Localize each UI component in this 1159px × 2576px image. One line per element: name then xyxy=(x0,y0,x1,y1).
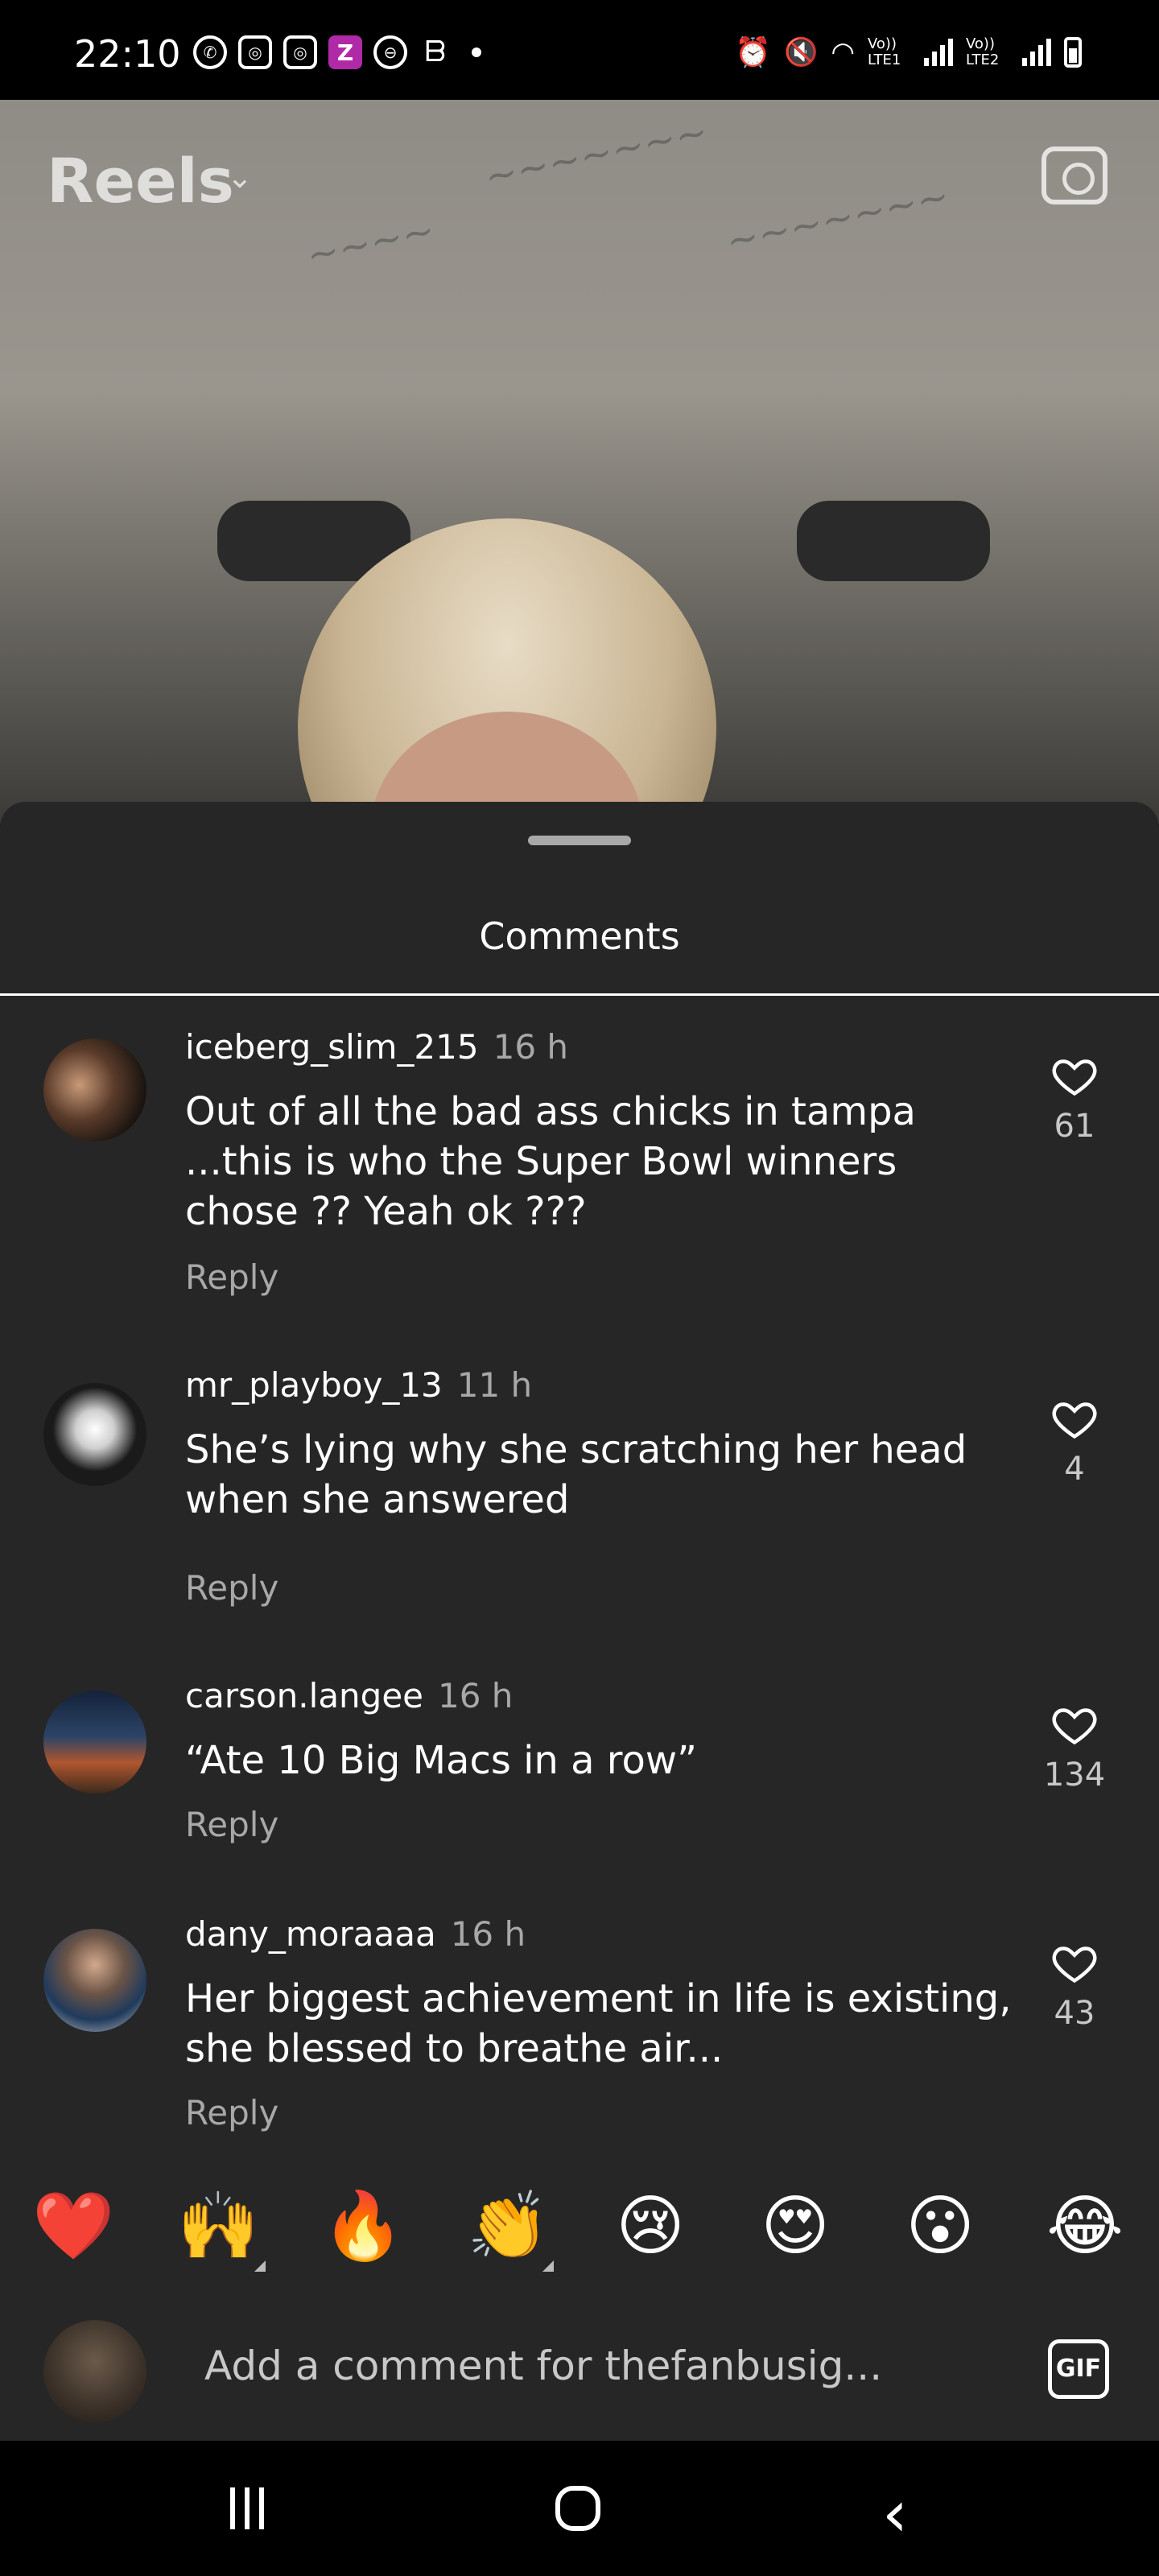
like-control[interactable]: 134 xyxy=(1040,1700,1109,1794)
divider xyxy=(0,993,1159,996)
heart-eyes-emoji[interactable]: 😍 xyxy=(755,2186,835,2267)
recent-apps-icon[interactable] xyxy=(230,2487,264,2529)
like-control[interactable]: 43 xyxy=(1046,1938,1103,2032)
comment-meta: mr_playboy_13 11 h xyxy=(185,1365,532,1405)
comment-input-row: Add a comment for thefanbusig... GIF xyxy=(0,2302,1159,2441)
avatar[interactable] xyxy=(43,1690,146,1794)
reply-button[interactable]: Reply xyxy=(185,1568,278,1608)
signal-2-icon xyxy=(1022,39,1051,66)
camera-icon[interactable] xyxy=(1041,147,1107,204)
comment-meta: dany_moraaaa 16 h xyxy=(185,1914,526,1954)
like-count: 4 xyxy=(1064,1451,1085,1488)
reply-button[interactable]: Reply xyxy=(185,2093,278,2132)
heart-icon[interactable] xyxy=(1050,1938,1099,1987)
reply-button[interactable]: Reply xyxy=(185,1805,278,1844)
astonished-face-emoji[interactable]: 😮 xyxy=(900,2186,980,2267)
comment-age: 11 h xyxy=(456,1365,533,1405)
status-time: 22:10 xyxy=(74,32,181,76)
transit-icon: ⊖ xyxy=(373,35,407,69)
comment-username[interactable]: iceberg_slim_215 xyxy=(185,1027,479,1067)
sheet-title: Comments xyxy=(479,914,680,958)
ceiling-scribble: ~~~~~~~ xyxy=(722,173,954,265)
chevron-down-icon[interactable]: ⌄ xyxy=(227,159,253,195)
avatar[interactable] xyxy=(43,1383,146,1486)
status-bar: 22:10 ✆ ◎ ◎ Z ⊖ ᗷ ⏰ 🔇 ◠ Vo)) LTE1 Vo)) L… xyxy=(0,0,1159,100)
network-label-1: Vo)) LTE1 xyxy=(868,35,901,68)
alarm-icon: ⏰ xyxy=(735,36,771,69)
more-notifications-dot xyxy=(472,47,481,57)
comment-text: Out of all the bad ass chicks in tampa .… xyxy=(185,1089,916,1234)
reply-button[interactable]: Reply xyxy=(185,1257,278,1297)
heart-icon[interactable] xyxy=(1050,1051,1099,1100)
whatsapp-icon: ✆ xyxy=(193,35,227,69)
skin-tone-indicator-icon xyxy=(254,2260,266,2272)
comment-meta: iceberg_slim_215 16 h xyxy=(185,1027,568,1067)
red-heart-emoji[interactable]: ❤️ xyxy=(32,2186,114,2267)
heart-icon[interactable] xyxy=(1050,1700,1099,1748)
like-control[interactable]: 61 xyxy=(1046,1051,1103,1145)
tears-of-joy-emoji[interactable]: 😂 xyxy=(1045,2186,1125,2267)
comment-text: “Ate 10 Big Macs in a row” xyxy=(185,1738,697,1783)
raising-hands-emoji[interactable]: 🙌 xyxy=(177,2186,259,2267)
like-count: 43 xyxy=(1054,1995,1095,2032)
comment-age: 16 h xyxy=(450,1914,526,1954)
skin-tone-indicator-icon xyxy=(542,2260,554,2272)
own-avatar xyxy=(43,2320,146,2423)
gif-button[interactable]: GIF xyxy=(1048,2339,1109,2399)
clapping-hands-emoji[interactable]: 👏 xyxy=(467,2186,549,2267)
ceiling-scribble: ~~~~ xyxy=(302,207,439,279)
like-count: 61 xyxy=(1054,1108,1095,1145)
wifi-icon: ◠ xyxy=(831,36,855,68)
drag-handle[interactable] xyxy=(528,836,631,845)
like-control[interactable]: 4 xyxy=(1046,1394,1103,1488)
back-icon[interactable]: ‹ xyxy=(882,2476,908,2551)
reels-title[interactable]: Reels xyxy=(47,145,234,217)
comment-meta: carson.langee 16 h xyxy=(185,1676,513,1715)
comment-username[interactable]: carson.langee xyxy=(185,1676,423,1715)
network-label-2: Vo)) LTE2 xyxy=(966,35,1000,68)
signal-1-icon xyxy=(924,39,953,66)
emoji-reaction-bar: ❤️ 🙌 🔥 👏 😢 😍 😮 😂 xyxy=(0,2186,1159,2299)
fire-emoji[interactable]: 🔥 xyxy=(322,2186,404,2267)
comment-text: Her biggest achievement in life is exist… xyxy=(185,1976,1012,2071)
crying-face-emoji[interactable]: 😢 xyxy=(610,2186,691,2267)
instagram-icon: ◎ xyxy=(238,35,272,69)
comment-username[interactable]: mr_playboy_13 xyxy=(185,1365,443,1405)
comment-age: 16 h xyxy=(493,1027,569,1067)
comment-age: 16 h xyxy=(438,1676,514,1715)
system-nav-bar: ‹ xyxy=(0,2441,1159,2576)
mute-icon: 🔇 xyxy=(783,36,819,68)
app-b-icon: ᗷ xyxy=(425,35,446,68)
comment-text: She’s lying why she scratching her head … xyxy=(185,1427,967,1522)
comment-username[interactable]: dany_moraaaa xyxy=(185,1914,436,1954)
comment-input[interactable]: Add a comment for thefanbusig... xyxy=(204,2343,882,2389)
like-count: 134 xyxy=(1043,1757,1106,1794)
zepto-app-icon: Z xyxy=(328,35,362,69)
heart-icon[interactable] xyxy=(1050,1394,1099,1443)
instagram-icon-2: ◎ xyxy=(283,35,317,69)
home-icon[interactable] xyxy=(555,2486,600,2531)
avatar[interactable] xyxy=(43,1929,146,2032)
ceiling-scribble: ~~~~~~~ xyxy=(481,109,712,200)
notification-icons: ✆ ◎ ◎ Z ⊖ ᗷ xyxy=(193,35,481,69)
system-icons: ⏰ 🔇 ◠ Vo)) LTE1 Vo)) LTE2 xyxy=(735,35,1082,69)
battery-icon xyxy=(1064,37,1082,68)
avatar[interactable] xyxy=(43,1038,146,1141)
car-vent xyxy=(797,501,990,581)
